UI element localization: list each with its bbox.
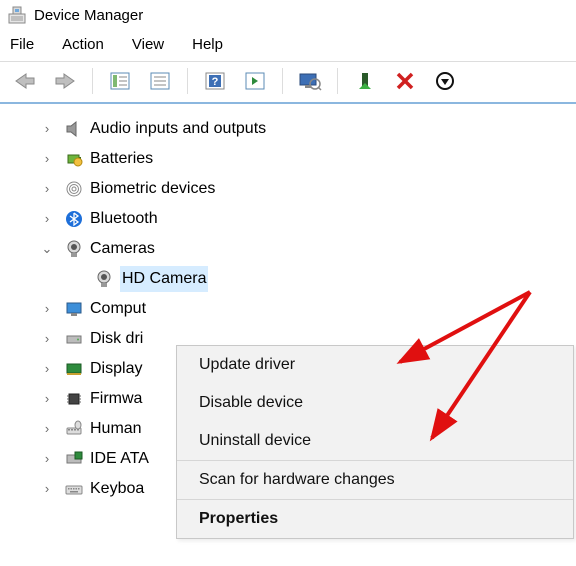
chevron-right-icon[interactable]: › [40,360,54,379]
tree-label: Audio inputs and outputs [90,117,266,140]
circle-down-icon [435,71,455,91]
tree-label: Human [90,417,142,440]
disk-icon [64,329,84,349]
tree-label: Display [90,357,142,380]
tree-label: Firmwa [90,387,142,410]
context-uninstall-device[interactable]: Uninstall device [177,422,573,460]
delete-x-icon [395,71,415,91]
menu-view[interactable]: View [132,36,164,53]
tree-label: Biometric devices [90,177,215,200]
chevron-right-icon[interactable]: › [40,180,54,199]
back-button[interactable] [6,66,44,96]
tree-label: IDE ATA [90,447,149,470]
hid-icon [64,419,84,439]
title-bar: Device Manager [0,0,576,30]
properties-panel-icon [149,71,171,91]
chevron-right-icon[interactable]: › [40,300,54,319]
tree-label: Keyboa [90,477,144,500]
uninstall-toolbar-button[interactable] [386,66,424,96]
tree-node-hd-camera[interactable]: HD Camera [44,264,576,294]
show-hidden-button[interactable] [101,66,139,96]
help-toolbar-button[interactable]: ? [196,66,234,96]
disable-toolbar-button[interactable] [426,66,464,96]
context-update-driver[interactable]: Update driver [177,346,573,384]
monitor-scan-icon [298,71,322,91]
arrow-left-icon [14,72,36,90]
fingerprint-icon [64,179,84,199]
tree-label: Cameras [90,237,155,260]
chevron-right-icon[interactable]: › [40,150,54,169]
context-properties[interactable]: Properties [177,500,573,538]
chevron-right-icon[interactable]: › [40,210,54,229]
window-title: Device Manager [34,7,143,24]
svg-text:?: ? [212,76,219,88]
context-scan-hardware[interactable]: Scan for hardware changes [177,461,573,499]
update-driver-toolbar-button[interactable] [346,66,384,96]
gpu-icon [64,359,84,379]
arrow-right-icon [54,72,76,90]
bluetooth-icon [64,209,84,229]
driver-up-icon [355,71,375,91]
ide-icon [64,449,84,469]
chevron-right-icon[interactable]: › [40,120,54,139]
tree-label: Batteries [90,147,153,170]
panel-icon [109,71,131,91]
camera-icon [64,239,84,259]
properties-toolbar-button[interactable] [141,66,179,96]
toolbar-divider [282,68,283,94]
menu-file[interactable]: File [10,36,34,53]
chevron-right-icon[interactable]: › [40,480,54,499]
chevron-down-icon[interactable]: ⌄ [40,240,54,259]
tree-label: Bluetooth [90,207,158,230]
forward-button[interactable] [46,66,84,96]
toolbar-divider [92,68,93,94]
tree-node-cameras[interactable]: ⌄ Cameras [44,234,576,264]
tree-label: Comput [90,297,146,320]
monitor-icon [64,299,84,319]
context-disable-device[interactable]: Disable device [177,384,573,422]
chevron-right-icon[interactable]: › [40,390,54,409]
menu-help[interactable]: Help [192,36,223,53]
help-icon: ? [204,71,226,91]
scan-toolbar-button[interactable] [236,66,274,96]
chevron-right-icon[interactable]: › [40,420,54,439]
tree-node-bluetooth[interactable]: › Bluetooth [44,204,576,234]
speaker-icon [64,119,84,139]
tree-node-batteries[interactable]: › Batteries [44,144,576,174]
menu-action[interactable]: Action [62,36,104,53]
chevron-right-icon[interactable]: › [40,450,54,469]
camera-icon [94,269,114,289]
chip-icon [64,389,84,409]
tree-label: Disk dri [90,327,143,350]
tree-label-selected: HD Camera [120,266,208,291]
chevron-right-icon[interactable]: › [40,330,54,349]
battery-icon [64,149,84,169]
toolbar: ? [0,62,576,104]
context-menu: Update driver Disable device Uninstall d… [176,345,574,539]
scan-panel-icon [244,71,266,91]
scan-hardware-button[interactable] [291,66,329,96]
toolbar-divider [337,68,338,94]
menu-bar: File Action View Help [0,30,576,61]
tree-node-audio[interactable]: › Audio inputs and outputs [44,114,576,144]
tree-node-computer[interactable]: › Comput [44,294,576,324]
keyboard-icon [64,479,84,499]
tree-node-biometric[interactable]: › Biometric devices [44,174,576,204]
toolbar-divider [187,68,188,94]
device-manager-icon [8,6,26,24]
